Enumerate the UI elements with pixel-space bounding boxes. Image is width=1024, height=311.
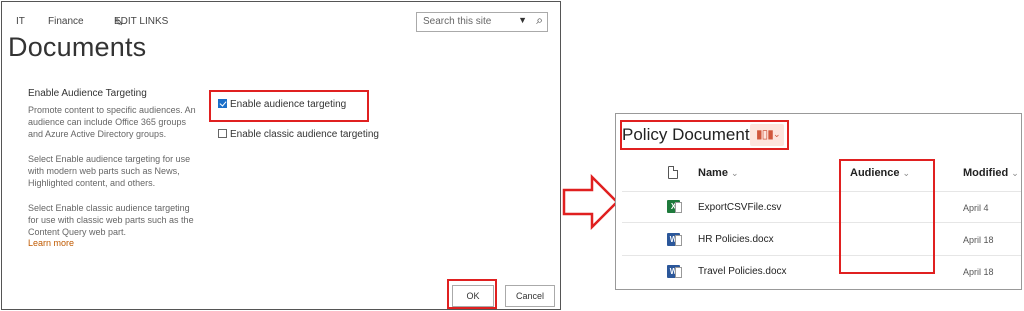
enable-classic-audience-targeting-checkbox[interactable]: [218, 129, 227, 138]
row-divider: [622, 255, 1021, 256]
row-divider: [622, 191, 1021, 192]
nav-link-finance[interactable]: Finance: [48, 16, 84, 27]
search-placeholder: Search this site: [423, 16, 492, 27]
dropdown-arrow-icon[interactable]: ▼: [518, 15, 527, 25]
document-library-panel: Policy Documents ▮▯▮ ⌄ Name ⌄ Audience ⌄ M…: [615, 113, 1022, 290]
enable-classic-audience-targeting-option[interactable]: Enable classic audience targeting: [218, 129, 379, 140]
highlight-box-title: [620, 120, 789, 150]
word-file-icon: W: [667, 265, 682, 278]
file-modified: April 18: [963, 235, 994, 245]
file-type-icon: [668, 166, 678, 179]
file-name[interactable]: Travel Policies.docx: [698, 266, 787, 277]
description-modern: Select Enable audience targeting for use…: [28, 154, 191, 188]
right-arrow-icon: [562, 174, 619, 230]
file-name[interactable]: HR Policies.docx: [698, 234, 774, 245]
nav-link-it[interactable]: IT: [16, 16, 25, 27]
page-title: Documents: [8, 32, 147, 62]
column-header-modified[interactable]: Modified ⌄: [963, 167, 1019, 179]
chevron-down-icon: ⌄: [1011, 168, 1019, 178]
row-divider: [622, 222, 1021, 223]
file-name[interactable]: ExportCSVFile.csv: [698, 202, 781, 213]
option-label: Enable classic audience targeting: [230, 129, 379, 140]
chevron-down-icon: ⌄: [730, 168, 739, 178]
highlight-box-audience: [839, 159, 935, 274]
excel-file-icon: X: [667, 200, 682, 213]
highlight-box-checkbox: [209, 90, 369, 122]
edit-links-label: EDIT LINKS: [114, 16, 169, 27]
word-file-icon: W: [667, 233, 682, 246]
description-audiences: Promote content to specific audiences. A…: [28, 105, 196, 139]
highlight-box-ok: [447, 279, 497, 309]
cancel-button[interactable]: Cancel: [505, 285, 555, 307]
audience-targeting-settings-panel: IT Finance ✎ EDIT LINKS Search this site …: [1, 1, 561, 310]
search-icon[interactable]: ⌕: [536, 13, 543, 28]
column-label: Name: [698, 167, 728, 179]
column-header-name[interactable]: Name ⌄: [698, 167, 739, 179]
file-modified: April 4: [963, 203, 989, 213]
learn-more-link[interactable]: Learn more: [28, 238, 74, 248]
file-modified: April 18: [963, 267, 994, 277]
description-classic: Select Enable classic audience targeting…: [28, 203, 194, 237]
search-input[interactable]: Search this site ▼ ⌕: [416, 12, 548, 32]
section-title: Enable Audience Targeting: [28, 88, 147, 99]
column-label: Modified: [963, 167, 1009, 179]
